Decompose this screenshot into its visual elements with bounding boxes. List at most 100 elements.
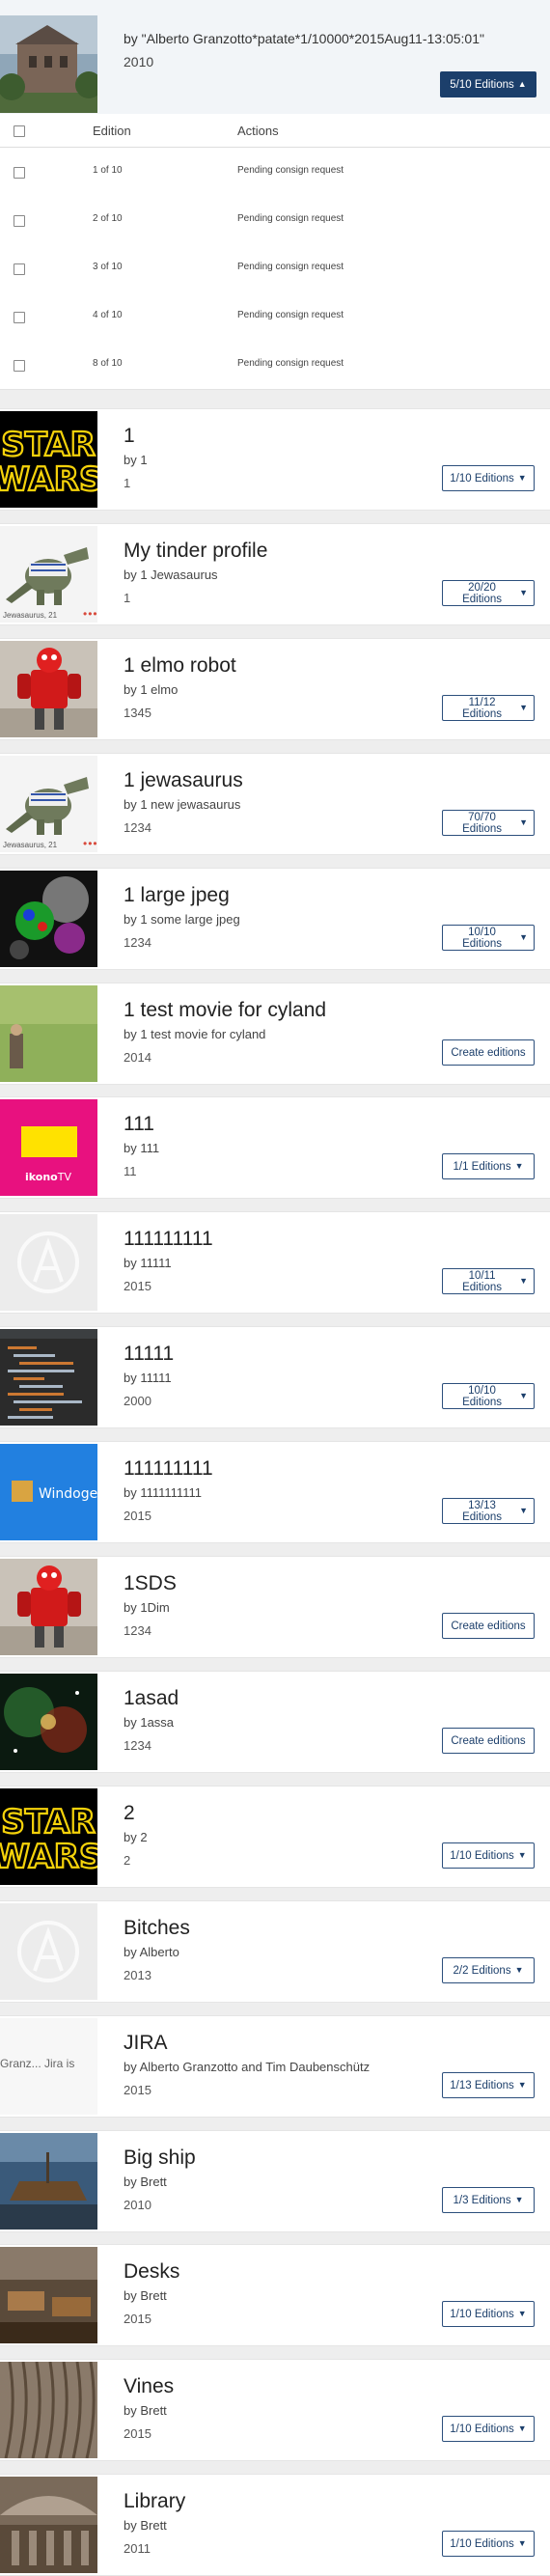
editions-toggle-button[interactable]: 1/10 Editions ▼ <box>442 2301 535 2327</box>
piece-year: 2015 <box>124 2312 151 2326</box>
piece-title[interactable]: 1 <box>124 425 135 448</box>
piece-card[interactable]: Windoge 111111111 by 1111111111 2015 13/… <box>0 1441 550 1543</box>
piece-thumbnail[interactable]: STAR WARS <box>0 1788 97 1885</box>
piece-thumbnail[interactable] <box>0 1559 97 1655</box>
editions-toggle-button[interactable]: 10/10 Editions ▼ <box>442 1383 535 1409</box>
piece-title[interactable]: 111111111 <box>124 1228 213 1251</box>
header-actions: Actions <box>237 124 279 138</box>
row-checkbox[interactable] <box>14 215 25 227</box>
piece-thumbnail[interactable]: Windoge <box>0 1444 97 1540</box>
piece-thumbnail[interactable] <box>0 2247 97 2343</box>
piece-thumbnail[interactable] <box>0 15 97 113</box>
editions-toggle-button[interactable]: 1/3 Editions ▼ <box>442 2187 535 2213</box>
piece-title[interactable]: 1 jewasaurus <box>124 769 243 792</box>
row-checkbox[interactable] <box>14 167 25 179</box>
piece-title[interactable]: 111 <box>124 1113 154 1136</box>
svg-text:WARS: WARS <box>0 1838 97 1876</box>
button-label: 1/10 Editions <box>450 1849 514 1862</box>
piece-thumbnail[interactable] <box>0 1674 97 1770</box>
create-editions-button[interactable]: Create editions <box>442 1728 535 1754</box>
button-label: 20/20 Editions <box>462 581 502 605</box>
editions-toggle-button[interactable]: 1/1 Editions ▼ <box>442 1153 535 1179</box>
more-options-icon[interactable]: ••• <box>83 837 98 850</box>
piece-card[interactable]: Desks by Brett 2015 1/10 Editions ▼ <box>0 2244 550 2346</box>
piece-title[interactable]: 1asad <box>124 1687 179 1710</box>
edition-action: Pending consign request <box>237 358 344 369</box>
piece-card[interactable]: 1 test movie for cyland by 1 test movie … <box>0 983 550 1085</box>
editions-toggle-button[interactable]: 10/11 Editions ▼ <box>442 1268 535 1294</box>
piece-title[interactable]: JIRA <box>124 2032 168 2055</box>
piece-title[interactable]: 11111 <box>124 1343 174 1366</box>
create-editions-button[interactable]: Create editions <box>442 1039 535 1066</box>
piece-artist: by 1 elmo <box>124 682 179 697</box>
editions-toggle-button[interactable]: 1/10 Editions ▼ <box>442 465 535 491</box>
piece-title[interactable]: My tinder profile <box>124 540 267 563</box>
piece-card[interactable]: My tinder profile by 1 Jewasaurus 1 20/2… <box>0 523 550 625</box>
piece-title[interactable]: Vines <box>124 2375 174 2398</box>
editions-toggle-button[interactable]: 1/10 Editions ▼ <box>442 2531 535 2557</box>
piece-title[interactable]: Library <box>124 2490 185 2513</box>
piece-year: 2013 <box>124 1968 151 1982</box>
piece-card[interactable]: 111111111 by 11111 2015 10/11 Editions ▼ <box>0 1211 550 1314</box>
piece-card[interactable]: JIRA by Alberto Granzotto and Tim Dauben… <box>0 2015 550 2118</box>
editions-toggle-button[interactable]: 13/13 Editions ▼ <box>442 1498 535 1524</box>
piece-thumbnail[interactable]: ikonoTV <box>0 1099 97 1196</box>
piece-title[interactable]: 1SDS <box>124 1572 177 1595</box>
editions-toggle-button[interactable]: 2/2 Editions ▼ <box>442 1957 535 1983</box>
create-editions-button[interactable]: Create editions <box>442 1613 535 1639</box>
piece-card[interactable]: 1 large jpeg by 1 some large jpeg 1234 1… <box>0 868 550 970</box>
row-checkbox[interactable] <box>14 263 25 275</box>
piece-title[interactable]: 111111111 <box>124 1457 213 1481</box>
row-checkbox[interactable] <box>14 312 25 323</box>
piece-thumbnail[interactable] <box>0 641 97 737</box>
piece-card[interactable]: 11111 by 11111 2000 10/10 Editions ▼ <box>0 1326 550 1428</box>
piece-thumbnail[interactable] <box>0 1214 97 1311</box>
piece-year: 1234 <box>124 1738 151 1753</box>
piece-card[interactable]: 1 elmo robot by 1 elmo 1345 11/12 Editio… <box>0 638 550 740</box>
piece-artist: by Brett <box>124 2288 167 2303</box>
editions-toggle-button[interactable]: 1/10 Editions ▼ <box>442 2416 535 2442</box>
piece-card[interactable]: 1asad by 1assa 1234 Create editions <box>0 1671 550 1773</box>
piece-title[interactable]: 1 elmo robot <box>124 654 236 678</box>
editions-toggle-button[interactable]: 10/10 Editions ▼ <box>442 925 535 951</box>
piece-title[interactable]: 1 large jpeg <box>124 884 230 907</box>
table-row: 2 of 10 Pending consign request <box>0 196 550 245</box>
editions-toggle-button[interactable]: 70/70 Editions ▼ <box>442 810 535 836</box>
piece-thumbnail[interactable] <box>0 1903 97 2000</box>
chevron-down-icon: ▼ <box>517 2080 527 2090</box>
editions-toggle-button[interactable]: 1/13 Editions ▼ <box>442 2072 535 2098</box>
piece-card[interactable]: 1SDS by 1Dim 1234 Create editions <box>0 1556 550 1658</box>
thumbnail-caption: Granz... Jira is <box>0 2057 75 2070</box>
select-all-checkbox[interactable] <box>14 125 25 137</box>
piece-thumbnail[interactable] <box>0 871 97 967</box>
piece-title[interactable]: 2 <box>124 1802 135 1825</box>
chevron-down-icon: ▼ <box>519 932 528 942</box>
editions-toggle-button[interactable]: 5/10 Editions ▲ <box>440 71 536 97</box>
piece-thumbnail[interactable] <box>0 1329 97 1426</box>
piece-thumbnail[interactable] <box>0 2362 97 2458</box>
editions-toggle-button[interactable]: 20/20 Editions ▼ <box>442 580 535 606</box>
piece-title[interactable]: 1 test movie for cyland <box>124 999 326 1022</box>
piece-title[interactable]: Desks <box>124 2260 179 2284</box>
piece-title[interactable]: Bitches <box>124 1917 190 1940</box>
piece-card[interactable]: Library by Brett 2011 1/10 Editions ▼ <box>0 2474 550 2576</box>
piece-card[interactable]: 1 jewasaurus by 1 new jewasaurus 1234 70… <box>0 753 550 855</box>
piece-thumbnail[interactable] <box>0 2477 97 2573</box>
piece-thumbnail[interactable] <box>0 2133 97 2230</box>
piece-card[interactable]: Vines by Brett 2015 1/10 Editions ▼ <box>0 2359 550 2461</box>
editions-toggle-button[interactable]: 11/12 Editions ▼ <box>442 695 535 721</box>
piece-card[interactable]: Bitches by Alberto 2013 2/2 Editions ▼ <box>0 1900 550 2003</box>
piece-title[interactable]: Big ship <box>124 2147 196 2170</box>
chevron-down-icon: ▼ <box>519 588 528 597</box>
piece-card[interactable]: ikonoTV 111 by 111 11 1/1 Editions ▼ <box>0 1096 550 1199</box>
editions-toggle-button[interactable]: 1/10 Editions ▼ <box>442 1842 535 1869</box>
piece-card[interactable]: Big ship by Brett 2010 1/3 Editions ▼ <box>0 2130 550 2232</box>
piece-card[interactable]: STAR WARS 1 by 1 1 1/10 Editions ▼ <box>0 408 550 511</box>
piece-artist: by 1 <box>124 453 148 467</box>
piece-thumbnail[interactable]: STAR WARS <box>0 411 97 508</box>
piece-thumbnail[interactable] <box>0 985 97 1082</box>
piece-card[interactable]: STAR WARS 2 by 2 2 1/10 Editions ▼ <box>0 1786 550 1888</box>
button-label: 1/10 Editions <box>450 2423 514 2435</box>
row-checkbox[interactable] <box>14 360 25 372</box>
more-options-icon[interactable]: ••• <box>83 607 98 621</box>
